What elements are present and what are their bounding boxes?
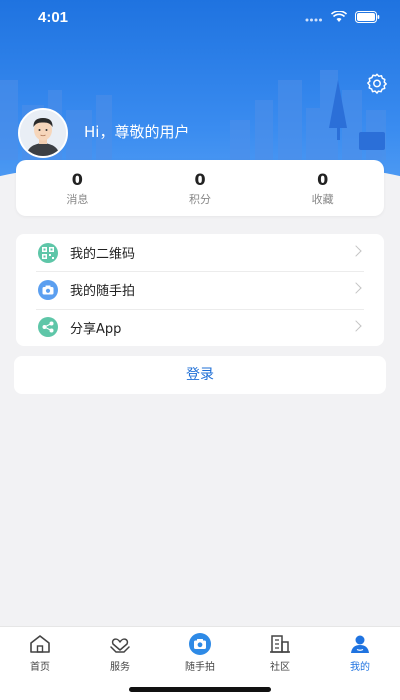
avatar[interactable] [18, 108, 68, 158]
stat-label: 消息 [66, 193, 89, 206]
menu-item-share-app[interactable]: 分享App [16, 308, 384, 346]
stat-value: 0 [71, 170, 83, 189]
qr-code-icon [38, 242, 58, 263]
menu-item-label: 我的二维码 [70, 247, 136, 263]
stat-value: 0 [194, 170, 206, 189]
building-icon [270, 635, 290, 653]
menu-item-qr-code[interactable]: 我的二维码 [16, 234, 384, 271]
login-button[interactable]: 登录 [14, 356, 386, 394]
camera-icon [38, 279, 58, 300]
stats-card: 0 消息 0 积分 0 收藏 [16, 160, 384, 216]
stat-messages[interactable]: 0 消息 [16, 160, 139, 216]
user-avatar-illustration [20, 110, 66, 156]
tab-label: 我的 [350, 662, 370, 673]
chevron-right-icon [350, 282, 362, 294]
heart-hands-icon [110, 638, 130, 653]
stat-points[interactable]: 0 积分 [139, 160, 262, 216]
tab-label: 首页 [30, 662, 50, 673]
stat-label: 积分 [189, 193, 211, 206]
home-indicator [129, 687, 271, 692]
tab-label: 随手拍 [185, 662, 215, 673]
menu-item-label: 分享App [70, 321, 122, 337]
tab-home[interactable]: 首页 [10, 633, 70, 673]
user-icon [351, 635, 369, 653]
stat-value: 0 [317, 170, 329, 189]
camera-icon [189, 633, 211, 655]
tab-snapshot[interactable]: 随手拍 [170, 633, 230, 673]
share-icon [38, 317, 58, 338]
wifi-icon [331, 11, 347, 22]
stat-label: 收藏 [311, 193, 334, 206]
tab-community[interactable]: 社区 [250, 633, 310, 673]
tab-mine[interactable]: 我的 [330, 633, 390, 673]
signal-icon [305, 18, 322, 22]
chevron-right-icon [350, 319, 362, 332]
chevron-right-icon [350, 245, 362, 257]
tab-label: 社区 [270, 662, 290, 673]
home-icon [30, 635, 50, 653]
tab-label: 服务 [110, 662, 130, 673]
stat-favorites[interactable]: 0 收藏 [261, 160, 384, 216]
battery-icon [355, 11, 380, 23]
greeting-text: Hi，尊敬的用户 [84, 123, 190, 141]
menu-item-label: 我的随手拍 [70, 284, 136, 300]
settings-gear-icon[interactable] [366, 72, 388, 94]
status-time: 4:01 [38, 9, 69, 26]
menu-item-snapshot[interactable]: 我的随手拍 [16, 271, 384, 308]
status-bar: 4:01 [0, 0, 400, 36]
menu-card: 我的二维码 我的随手拍 分享App [16, 234, 384, 346]
tab-services[interactable]: 服务 [90, 633, 150, 673]
